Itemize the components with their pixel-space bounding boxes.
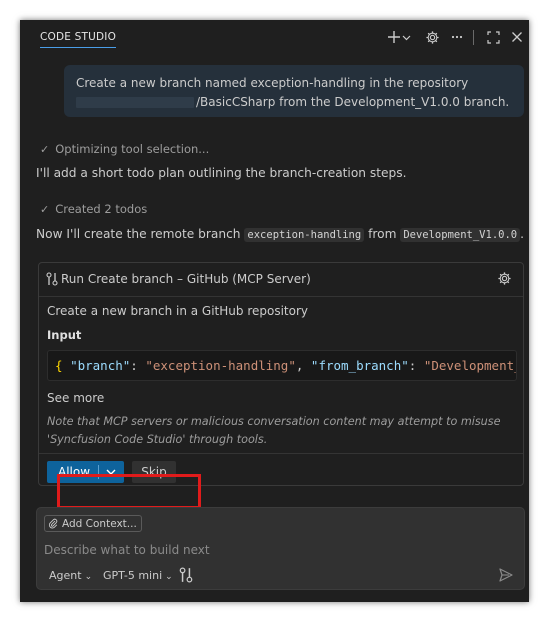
- user-message-line2: /BasicCSharp from the Development_V1.0.0…: [196, 95, 510, 109]
- inline-code-source: Development_V1.0.0: [400, 228, 521, 242]
- message-text: from: [368, 227, 397, 241]
- step-created-todos[interactable]: ✓ Created 2 todos: [40, 202, 147, 216]
- tools-icon[interactable]: [179, 567, 193, 586]
- add-context-label: Add Context...: [62, 517, 137, 530]
- see-more-link[interactable]: See more: [47, 391, 104, 405]
- chevron-down-icon: ⌄: [165, 572, 173, 582]
- mode-label: Agent: [49, 569, 82, 582]
- chevron-down-icon[interactable]: [401, 29, 411, 45]
- add-context-button[interactable]: Add Context...: [44, 515, 142, 532]
- step-label: Created 2 todos: [55, 202, 148, 216]
- user-message-line1: Create a new branch named exception-hand…: [76, 76, 469, 90]
- message-text: .: [520, 227, 524, 241]
- gear-icon[interactable]: [424, 29, 440, 45]
- user-message: Create a new branch named exception-hand…: [64, 65, 524, 117]
- input-label: Input: [47, 328, 82, 342]
- more-icon[interactable]: [449, 29, 465, 45]
- assistant-message-create: Now I'll create the remote branch except…: [36, 227, 524, 242]
- panel-title: CODE STUDIO: [40, 31, 117, 48]
- json-colon: :: [408, 358, 417, 373]
- check-icon: ✓: [40, 143, 50, 156]
- model-picker[interactable]: GPT-5 mini ⌄: [103, 569, 173, 582]
- model-label: GPT-5 mini: [103, 569, 163, 582]
- send-icon[interactable]: [498, 567, 514, 583]
- mode-picker[interactable]: Agent ⌄: [49, 569, 92, 582]
- message-text: Now I'll create the remote branch: [36, 227, 241, 241]
- panel-header: CODE STUDIO: [20, 20, 529, 56]
- plus-icon[interactable]: [386, 29, 402, 45]
- json-key: "branch": [70, 358, 131, 373]
- inline-code-branch: exception-handling: [244, 228, 365, 242]
- close-icon[interactable]: [509, 29, 525, 45]
- json-brace: {: [55, 358, 63, 373]
- header-divider: [470, 29, 476, 45]
- chat-input[interactable]: [44, 541, 514, 559]
- user-message-line2-wrap: /BasicCSharp from the Development_V1.0.0…: [76, 93, 512, 112]
- check-icon: ✓: [40, 203, 50, 216]
- chevron-down-icon: ⌄: [84, 572, 93, 582]
- json-input-box[interactable]: { "branch": "exception-handling", "from_…: [47, 350, 517, 381]
- maximize-icon[interactable]: [485, 29, 501, 45]
- tool-description: Create a new branch in a GitHub reposito…: [47, 304, 308, 318]
- json-comma: ,: [295, 358, 304, 373]
- json-key: "from_branch": [310, 358, 409, 373]
- assistant-message-todo: I'll add a short todo plan outlining the…: [36, 166, 407, 180]
- tool-card-header: Run Create branch – GitHub (MCP Server): [39, 263, 523, 297]
- chat-input-box: Add Context... Agent⌄ GPT-5 mini⌄: [36, 507, 525, 590]
- json-value: "Development_V1.0.0": [423, 358, 516, 373]
- annotation-highlight-box: [57, 474, 201, 509]
- step-optimizing: ✓ Optimizing tool selection...: [40, 142, 209, 156]
- paperclip-icon: [48, 518, 58, 529]
- gear-icon[interactable]: [497, 271, 513, 287]
- tools-icon: [46, 272, 58, 286]
- tool-card-title: Run Create branch – GitHub (MCP Server): [61, 272, 311, 286]
- redacted-text: [76, 97, 194, 108]
- json-value: "exception-handling": [145, 358, 296, 373]
- json-colon: :: [130, 358, 138, 373]
- chat-panel: CODE STUDIO Create a new branch named ex…: [20, 20, 529, 602]
- tool-confirmation-card: Run Create branch – GitHub (MCP Server) …: [38, 262, 524, 486]
- security-note: Note that MCP servers or malicious conve…: [47, 415, 501, 446]
- step-label: Optimizing tool selection...: [55, 142, 210, 156]
